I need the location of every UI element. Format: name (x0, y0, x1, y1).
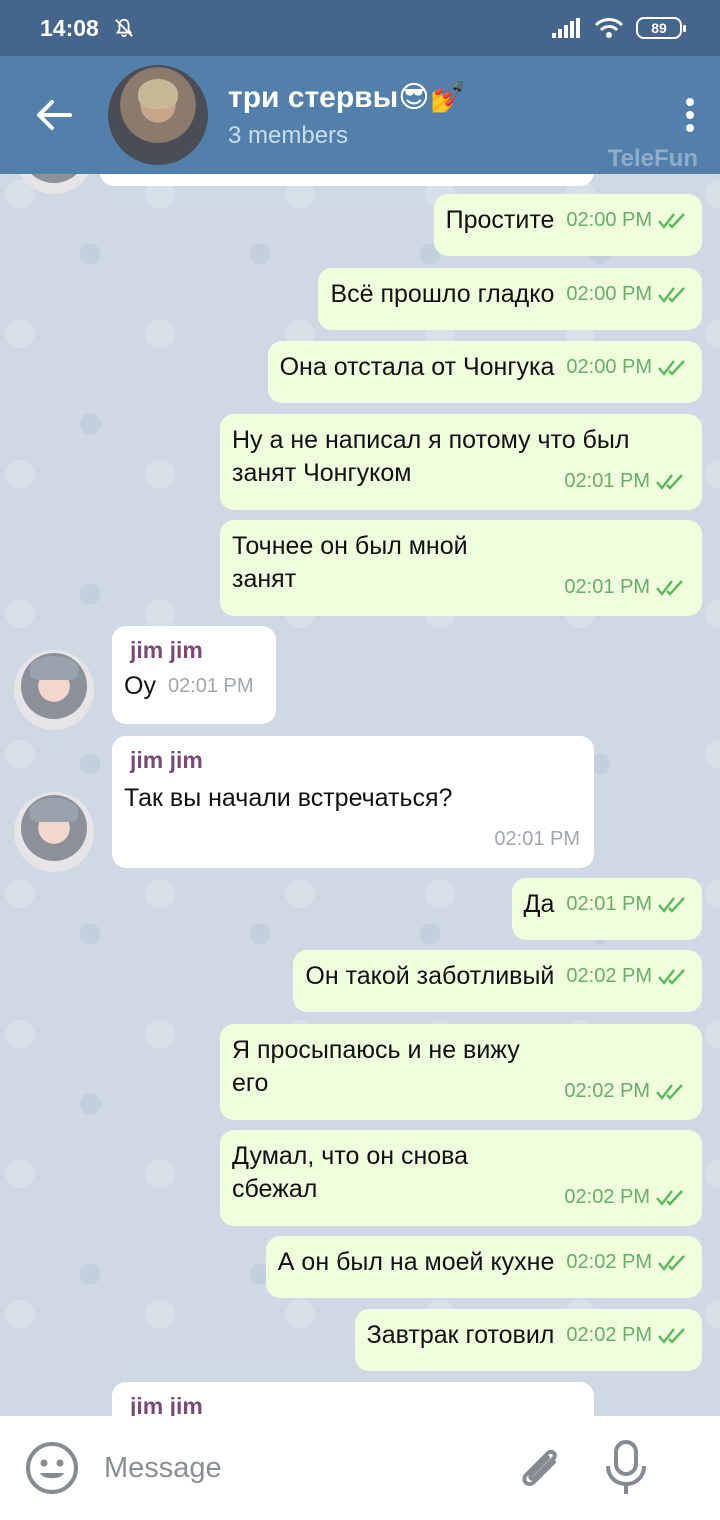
double-check-icon (658, 286, 685, 303)
message-text: А он был на моей кухне (277, 1248, 555, 1276)
message-time: 02:00 PM (566, 209, 652, 231)
arrow-left-icon (37, 100, 72, 130)
message-status: 02:00 PM (566, 351, 690, 384)
sender-name[interactable]: jim jim (130, 746, 582, 774)
avatar[interactable] (14, 650, 94, 730)
message-time: 02:02 PM (566, 1324, 652, 1346)
message-time: 02:01 PM (564, 576, 650, 598)
double-check-icon (656, 579, 683, 596)
sender-name[interactable]: jim jim (130, 636, 264, 664)
message-status: 02:00 PM (566, 204, 690, 237)
message-time: 02:01 PM (564, 470, 650, 492)
message-text: Он такой заботливый (305, 962, 555, 990)
message-status: 02:01 PM (566, 888, 690, 921)
message-text: Простите (445, 206, 555, 234)
message-input[interactable] (104, 1451, 494, 1485)
double-check-icon (658, 968, 685, 985)
double-check-icon (658, 896, 685, 913)
message-bubble-outgoing[interactable]: Я просыпаюсь и не вижу его 02:02 PM (220, 1024, 702, 1120)
double-check-icon (658, 1327, 685, 1344)
watermark: TeleFun (607, 145, 698, 172)
paperclip-icon[interactable] (514, 1440, 566, 1496)
double-check-icon (658, 212, 685, 229)
message-status: 02:02 PM (564, 1075, 688, 1108)
double-check-icon (658, 1254, 685, 1271)
avatar[interactable] (14, 792, 94, 872)
message-status: 02:01 PM (564, 465, 688, 498)
message-time: 02:01 PM (494, 828, 580, 850)
partial-message-bubble (100, 174, 594, 186)
message-time: 02:01 PM (566, 893, 652, 915)
message-time: 02:02 PM (566, 1251, 652, 1273)
message-bubble-outgoing[interactable]: Завтрак готовил 02:02 PM (354, 1309, 702, 1371)
message-bubble-outgoing[interactable]: А он был на моей кухне 02:02 PM (265, 1236, 702, 1298)
message-status: 02:02 PM (564, 1181, 688, 1214)
message-time: 02:01 PM (167, 675, 254, 697)
status-icons: 89 (552, 17, 686, 39)
message-text: Оу (124, 672, 156, 700)
message-time: 02:02 PM (566, 965, 652, 987)
back-button[interactable] (0, 56, 108, 174)
message-status: 02:02 PM (566, 1319, 690, 1352)
status-time: 14:08 (40, 14, 99, 41)
message-text: Думал, что он снова сбежал (232, 1142, 469, 1203)
message-composer (0, 1416, 720, 1520)
message-bubble-outgoing[interactable]: Думал, что он снова сбежал 02:02 PM (220, 1130, 702, 1226)
message-bubble-outgoing[interactable]: Всё прошло гладко 02:00 PM (318, 268, 702, 330)
more-vertical-icon (686, 98, 694, 132)
message-time: 02:02 PM (564, 1186, 650, 1208)
chat-info[interactable]: три стервы😎💅 3 members (228, 80, 467, 150)
emoji-icon[interactable] (24, 1440, 80, 1496)
microphone-icon[interactable] (604, 1438, 648, 1498)
message-status: 02:02 PM (566, 960, 690, 993)
battery-level: 89 (651, 20, 667, 36)
group-avatar[interactable] (108, 65, 208, 165)
battery-indicator: 89 (636, 17, 686, 39)
message-bubble-incoming[interactable]: jim jim Так вы начали встречаться? 02:01… (112, 736, 594, 868)
message-text: Да (523, 890, 555, 918)
status-bar: 14:08 89 (0, 0, 720, 56)
message-bubble-outgoing[interactable]: Простите 02:00 PM (433, 194, 702, 256)
double-check-icon (658, 359, 685, 376)
avatar[interactable] (14, 174, 94, 194)
bell-off-icon (114, 18, 133, 38)
message-status: 02:02 PM (566, 1246, 690, 1279)
message-text: Завтрак готовил (366, 1321, 555, 1349)
message-bubble-incoming[interactable]: jim jim Оу 02:01 PM (112, 626, 276, 724)
message-text: Всё прошло гладко (330, 280, 555, 308)
message-text: Я просыпаюсь и не вижу его (232, 1036, 520, 1097)
message-status: 02:01 PM (564, 571, 688, 604)
signal-icon (552, 18, 580, 38)
member-count: 3 members (228, 122, 349, 149)
message-time: 02:00 PM (566, 283, 652, 305)
sender-name[interactable]: jim jim (130, 1392, 582, 1416)
message-time: 02:02 PM (564, 1080, 650, 1102)
wifi-icon (594, 18, 624, 38)
message-list[interactable]: Простите 02:00 PM Всё прошло гладко 02:0… (0, 174, 720, 1416)
message-bubble-outgoing[interactable]: Он такой заботливый 02:02 PM (293, 950, 702, 1012)
message-text: Так вы начали встречаться? (124, 784, 453, 812)
chat-title: три стервы😎💅 (228, 81, 467, 114)
message-bubble-outgoing[interactable]: Точнее он был мной занят 02:01 PM (220, 520, 702, 616)
double-check-icon (656, 1189, 683, 1206)
message-bubble-outgoing[interactable]: Ну а не написал я потому что был занят Ч… (220, 414, 702, 510)
message-text: Она отстала от Чонгука (279, 353, 555, 381)
message-text: Точнее он был мной занят (232, 532, 468, 593)
message-status: 02:00 PM (566, 278, 690, 311)
message-bubble-outgoing[interactable]: Да 02:01 PM (511, 878, 702, 940)
message-bubble-outgoing[interactable]: Она отстала от Чонгука 02:00 PM (267, 341, 702, 403)
double-check-icon (656, 473, 683, 490)
message-time: 02:00 PM (566, 356, 652, 378)
message-bubble-incoming[interactable]: jim jim (112, 1382, 594, 1416)
double-check-icon (656, 1083, 683, 1100)
